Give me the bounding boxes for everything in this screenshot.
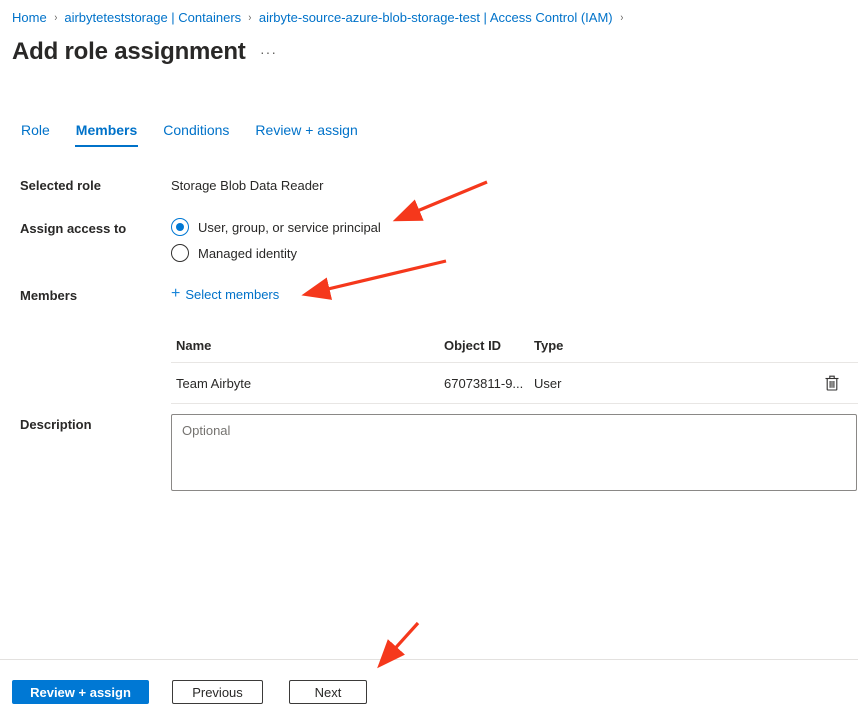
selected-role-label: Selected role: [20, 178, 101, 193]
plus-icon: +: [171, 286, 180, 302]
description-input[interactable]: [171, 414, 857, 491]
footer-action-bar: Review + assign Previous Next: [12, 680, 367, 704]
next-button[interactable]: Next: [289, 680, 367, 704]
breadcrumb-link-home[interactable]: Home: [12, 10, 47, 25]
breadcrumb-link-access-control[interactable]: airbyte-source-azure-blob-storage-test |…: [259, 10, 613, 25]
annotation-arrow-select-members: [307, 261, 446, 294]
member-type-cell: User: [534, 376, 806, 391]
radio-managed-identity[interactable]: Managed identity: [171, 244, 297, 262]
breadcrumb-separator: ›: [620, 12, 623, 24]
breadcrumb-separator: ›: [249, 12, 252, 24]
review-assign-button[interactable]: Review + assign: [12, 680, 149, 704]
radio-label: User, group, or service principal: [198, 220, 381, 235]
column-header-object-id: Object ID: [444, 338, 534, 353]
table-row: Team Airbyte 67073811-9... User: [171, 363, 858, 404]
select-members-link[interactable]: + Select members: [171, 286, 279, 302]
tab-members[interactable]: Members: [76, 122, 137, 147]
members-table: Name Object ID Type Team Airbyte 6707381…: [171, 332, 858, 404]
tab-bar: Role Members Conditions Review + assign: [21, 122, 358, 147]
trash-icon: [825, 375, 839, 391]
radio-unselected-icon: [171, 244, 189, 262]
member-object-id-cell: 67073811-9...: [444, 376, 534, 391]
more-options-icon[interactable]: ···: [260, 44, 277, 60]
breadcrumb: Home › airbyteteststorage | Containers ›…: [12, 10, 623, 25]
page-title: Add role assignment: [12, 38, 246, 66]
members-table-header: Name Object ID Type: [171, 332, 858, 363]
select-members-label: Select members: [185, 287, 279, 302]
description-label: Description: [20, 417, 92, 432]
tab-review-assign[interactable]: Review + assign: [255, 122, 357, 147]
previous-button[interactable]: Previous: [172, 680, 263, 704]
assign-access-to-label: Assign access to: [20, 221, 126, 236]
tab-conditions[interactable]: Conditions: [163, 122, 229, 147]
radio-label: Managed identity: [198, 246, 297, 261]
column-header-type: Type: [534, 338, 806, 353]
selected-role-value: Storage Blob Data Reader: [171, 178, 323, 193]
breadcrumb-separator: ›: [54, 12, 57, 24]
breadcrumb-link-storage-containers[interactable]: airbyteteststorage | Containers: [64, 10, 241, 25]
annotation-arrow-next-button: [381, 623, 418, 664]
footer-divider: [0, 659, 858, 660]
member-name-cell: Team Airbyte: [176, 376, 444, 391]
column-header-name: Name: [176, 338, 444, 353]
delete-member-button[interactable]: [825, 375, 839, 391]
annotation-arrow-radio: [398, 182, 487, 219]
radio-selected-icon: [171, 218, 189, 236]
tab-role[interactable]: Role: [21, 122, 50, 147]
members-label: Members: [20, 288, 77, 303]
radio-user-group-service-principal[interactable]: User, group, or service principal: [171, 218, 381, 236]
